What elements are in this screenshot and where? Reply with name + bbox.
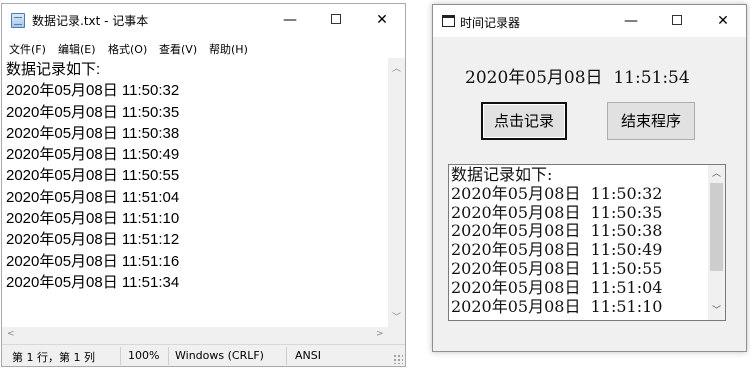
text-line: 数据记录如下: [6,61,101,78]
status-line-ending: Windows (CRLF) [175,349,264,362]
text-line: 2020年05月08日 11:51:04 [6,188,180,206]
scroll-down-icon[interactable]: ﹀ [712,303,721,316]
notepad-titlebar[interactable]: 数据记录.txt - 记事本 — ✕ [2,4,405,36]
menu-file[interactable]: 文件(F) [9,41,46,57]
list-line: 2020年05月08日 11:51:04 [451,277,663,297]
text-line: 2020年05月08日 11:51:34 [6,273,180,291]
notepad-minimize-button[interactable]: — [267,4,313,36]
list-line: 2020年05月08日 11:50:32 [451,183,663,203]
scroll-down-icon[interactable]: ﹀ [392,310,401,323]
list-line: 2020年05月08日 11:50:49 [451,240,663,260]
text-line: 2020年05月08日 11:50:32 [6,82,180,100]
text-line: 2020年05月08日 11:50:49 [6,146,180,164]
recorder-minimize-button[interactable]: — [608,5,654,37]
status-encoding: ANSI [295,349,321,362]
notepad-status-bar: 第 1 行，第 1 列 100% Windows (CRLF) ANSI [2,344,405,366]
clock-display: 2020年05月08日 11:51:54 [465,68,690,88]
notepad-close-button[interactable]: ✕ [359,4,405,36]
status-zoom: 100% [128,349,160,362]
record-button[interactable]: 点击记录 [481,102,567,140]
text-line: 2020年05月08日 11:50:55 [6,167,180,185]
resize-grip-icon[interactable] [393,354,403,364]
recorder-title: 时间记录器 [460,16,521,30]
list-line: 2020年05月08日 11:50:38 [451,221,663,241]
recorder-titlebar[interactable]: 时间记录器 — ✕ [433,5,746,37]
list-line: 2020年05月08日 11:51:10 [451,296,663,316]
record-list-scrollbar[interactable]: ︿ ﹀ [708,165,725,320]
scroll-up-icon[interactable]: ︿ [392,61,401,74]
notepad-title: 数据记录.txt - 记事本 [32,14,149,28]
notepad-maximize-button[interactable] [313,4,359,36]
notepad-vertical-scrollbar[interactable]: ︿ ﹀ [388,58,405,327]
menu-format[interactable]: 格式(O) [108,41,147,57]
status-cursor-position: 第 1 行，第 1 列 [12,351,95,364]
notepad-text-area[interactable]: 数据记录如下: 2020年05月08日 11:50:32 2020年05月08日 1… [2,58,388,327]
scrollbar-corner [388,327,405,344]
status-divider [168,347,169,365]
menu-view[interactable]: 查看(V) [159,41,197,57]
status-divider [286,347,287,365]
recorder-close-button[interactable]: ✕ [700,5,746,37]
scroll-left-icon[interactable]: < [7,329,15,339]
maximize-icon [331,14,341,24]
list-line: 数据记录如下: [451,165,553,184]
scrollbar-thumb[interactable] [710,183,723,271]
text-line: 2020年05月08日 11:50:35 [6,103,180,121]
notepad-horizontal-scrollbar[interactable]: < > [2,327,388,344]
notepad-icon [11,13,25,28]
end-program-button[interactable]: 结束程序 [607,102,695,140]
list-line: 2020年05月08日 11:50:35 [451,202,663,222]
record-list-box[interactable]: 数据记录如下: 2020年05月08日 11:50:32 2020年05月08日 1… [448,164,726,321]
recorder-window: 时间记录器 — ✕ 2020年05月08日 11:51:54 点击记录 结束程序… [432,4,747,352]
status-divider [120,347,121,365]
scroll-up-icon[interactable]: ︿ [712,166,721,179]
text-line: 2020年05月08日 11:50:38 [6,124,180,142]
recorder-maximize-button[interactable] [654,5,700,37]
text-line: 2020年05月08日 11:51:16 [6,252,180,270]
maximize-icon [672,15,682,25]
list-line: 2020年05月08日 11:50:55 [451,258,663,278]
menu-help[interactable]: 帮助(H) [209,41,248,57]
text-line: 2020年05月08日 11:51:10 [6,210,180,228]
notepad-text-content: 数据记录如下: 2020年05月08日 11:50:32 2020年05月08日 1… [6,59,179,293]
notepad-menu-bar: 文件(F) 编辑(E) 格式(O) 查看(V) 帮助(H) [2,38,405,58]
text-line: 2020年05月08日 11:51:12 [6,231,180,249]
scroll-right-icon[interactable]: > [376,329,384,339]
notepad-window: 数据记录.txt - 记事本 — ✕ 文件(F) 编辑(E) 格式(O) 查看(… [1,3,406,367]
window-icon [442,15,455,27]
menu-edit[interactable]: 编辑(E) [58,41,96,57]
record-list-content: 数据记录如下: 2020年05月08日 11:50:32 2020年05月08日 1… [451,165,663,316]
